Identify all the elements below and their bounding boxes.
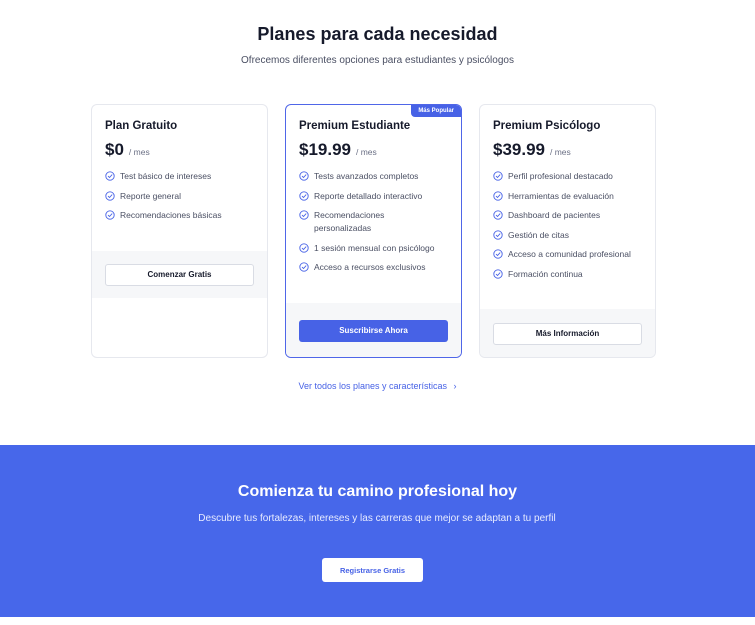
section-title: Planes para cada necesidad	[257, 24, 498, 44]
check-circle-icon	[299, 171, 309, 181]
check-circle-icon	[493, 249, 503, 259]
check-circle-icon	[299, 210, 309, 220]
feature-item: Acceso a recursos exclusivos	[299, 261, 448, 274]
check-circle-icon	[493, 190, 503, 201]
cta-title: Comienza tu camino profesional hoy	[237, 483, 518, 500]
feature-item: Reporte detallado interactivo	[299, 190, 448, 203]
plan-price: $0	[105, 140, 124, 159]
plan-card-footer: Suscribirse Ahora	[286, 303, 461, 357]
cta-section: Comienza tu camino profesional hoy Descu…	[0, 445, 755, 617]
plan-price: $39.99	[493, 140, 545, 159]
chevron-right-icon: ›	[453, 381, 457, 391]
feature-item: Test básico de intereses	[105, 170, 254, 183]
check-circle-icon	[493, 171, 503, 181]
plan-period: / mes	[128, 147, 150, 157]
check-circle-icon	[105, 210, 115, 220]
feature-item: Acceso a comunidad profesional	[493, 248, 642, 261]
plan-card-footer: Más Información	[480, 309, 655, 357]
start-free-button[interactable]: Comenzar Gratis	[105, 263, 254, 286]
section-subtitle: Ofrecemos diferentes opciones para estud…	[241, 55, 514, 66]
feature-item: Herramientas de evaluación	[493, 190, 642, 203]
plan-card-free: Plan Gratuito $0 / mes Test básico de in…	[91, 104, 268, 358]
popular-badge: Más Popular	[411, 105, 461, 117]
cta-text: Descubre tus fortalezas, intereses y las…	[198, 513, 556, 524]
feature-item: Perfil profesional destacado	[493, 170, 642, 183]
feature-item: Recomendaciones básicas	[105, 209, 254, 222]
plan-card-psychologist: Premium Psicólogo $39.99 / mes Perfil pr…	[479, 104, 656, 358]
check-circle-icon	[299, 262, 309, 272]
feature-item: 1 sesión mensual con psicólogo	[299, 242, 448, 255]
feature-item: Dashboard de pacientes	[493, 209, 642, 222]
plan-name: Premium Psicólogo	[493, 120, 601, 132]
check-circle-icon	[493, 268, 503, 279]
check-circle-icon	[105, 190, 115, 201]
plan-card-footer: Comenzar Gratis	[92, 251, 267, 298]
more-info-button[interactable]: Más Información	[493, 322, 642, 345]
check-circle-icon	[105, 171, 115, 181]
register-free-button[interactable]: Registrarse Gratis	[322, 558, 423, 582]
all-plans-link-label: Ver todos los planes y características	[298, 381, 448, 391]
subscribe-button[interactable]: Suscribirse Ahora	[299, 319, 448, 342]
check-circle-icon	[493, 229, 503, 240]
plan-card-student: Más Popular Premium Estudiante $19.99 / …	[285, 104, 462, 358]
check-circle-icon	[299, 242, 309, 253]
feature-item: Reporte general	[105, 190, 254, 203]
plan-period: / mes	[550, 147, 571, 157]
feature-item: Gestión de citas	[493, 229, 642, 242]
all-plans-link[interactable]: Ver todos los planes y características ›	[0, 381, 755, 391]
check-circle-icon	[493, 210, 503, 220]
check-circle-icon	[299, 190, 309, 201]
plan-price: $19.99	[299, 140, 351, 159]
feature-item: Formación continua	[493, 268, 642, 281]
feature-item: Tests avanzados completos	[299, 170, 448, 183]
feature-item: Recomendaciones personalizadas	[299, 209, 448, 235]
plan-period: / mes	[356, 147, 377, 157]
plan-name: Plan Gratuito	[105, 120, 178, 132]
plan-name: Premium Estudiante	[299, 120, 411, 132]
